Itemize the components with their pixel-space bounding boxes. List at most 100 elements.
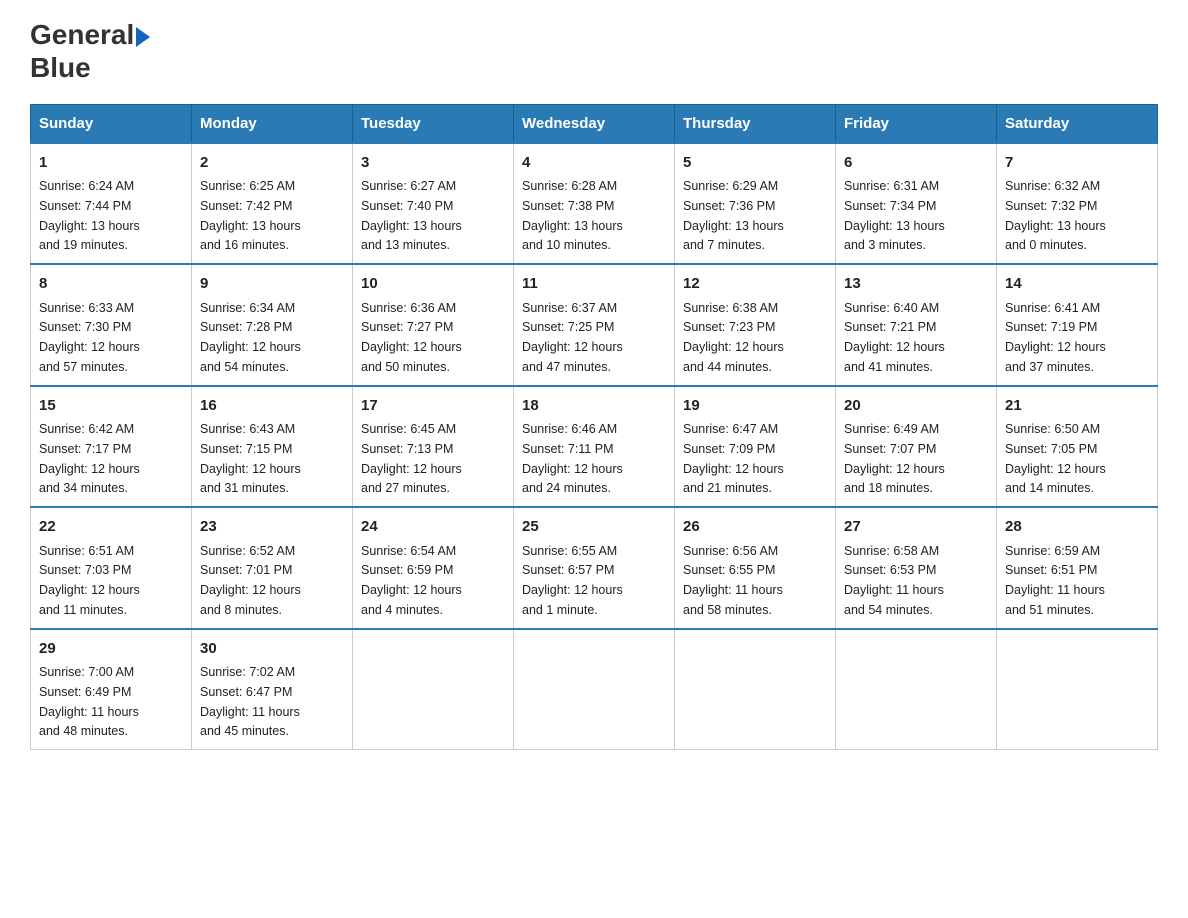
- calendar-cell: 22 Sunrise: 6:51 AM Sunset: 7:03 PM Dayli…: [31, 507, 192, 629]
- calendar-cell: 29 Sunrise: 7:00 AM Sunset: 6:49 PM Dayli…: [31, 629, 192, 750]
- calendar-cell: [675, 629, 836, 750]
- day-number: 3: [361, 152, 505, 175]
- weekday-header-thursday: Thursday: [675, 104, 836, 143]
- day-info: Sunrise: 6:33 AM Sunset: 7:30 PM Dayligh…: [39, 301, 140, 374]
- calendar-week-row: 29 Sunrise: 7:00 AM Sunset: 6:49 PM Dayli…: [31, 629, 1158, 750]
- day-info: Sunrise: 6:59 AM Sunset: 6:51 PM Dayligh…: [1005, 544, 1105, 617]
- day-number: 9: [200, 273, 344, 296]
- day-info: Sunrise: 6:52 AM Sunset: 7:01 PM Dayligh…: [200, 544, 301, 617]
- calendar-cell: 16 Sunrise: 6:43 AM Sunset: 7:15 PM Dayli…: [192, 386, 353, 508]
- logo-text-blue: Blue: [30, 53, 91, 84]
- day-number: 10: [361, 273, 505, 296]
- calendar-cell: 4Sunrise: 6:28 AM Sunset: 7:38 PM Daylig…: [514, 143, 675, 265]
- day-info: Sunrise: 7:00 AM Sunset: 6:49 PM Dayligh…: [39, 665, 139, 738]
- calendar-cell: 11 Sunrise: 6:37 AM Sunset: 7:25 PM Dayli…: [514, 264, 675, 386]
- calendar-cell: 12Sunrise: 6:38 AM Sunset: 7:23 PM Dayli…: [675, 264, 836, 386]
- calendar-cell: 18 Sunrise: 6:46 AM Sunset: 7:11 PM Dayli…: [514, 386, 675, 508]
- day-info: Sunrise: 6:47 AM Sunset: 7:09 PM Dayligh…: [683, 422, 784, 495]
- day-info: Sunrise: 6:36 AM Sunset: 7:27 PM Dayligh…: [361, 301, 462, 374]
- day-info: Sunrise: 6:55 AM Sunset: 6:57 PM Dayligh…: [522, 544, 623, 617]
- calendar-cell: 3 Sunrise: 6:27 AM Sunset: 7:40 PM Daylig…: [353, 143, 514, 265]
- calendar-cell: 15 Sunrise: 6:42 AM Sunset: 7:17 PM Dayli…: [31, 386, 192, 508]
- day-info: Sunrise: 6:25 AM Sunset: 7:42 PM Dayligh…: [200, 179, 301, 252]
- day-number: 18: [522, 395, 666, 418]
- day-number: 2: [200, 152, 344, 175]
- day-number: 15: [39, 395, 183, 418]
- calendar-cell: [353, 629, 514, 750]
- calendar-cell: [514, 629, 675, 750]
- day-number: 1: [39, 152, 183, 175]
- day-info: Sunrise: 6:40 AM Sunset: 7:21 PM Dayligh…: [844, 301, 945, 374]
- logo-arrow-icon: [136, 27, 150, 47]
- day-number: 5: [683, 152, 827, 175]
- calendar-cell: 6 Sunrise: 6:31 AM Sunset: 7:34 PM Daylig…: [836, 143, 997, 265]
- calendar-cell: 20Sunrise: 6:49 AM Sunset: 7:07 PM Dayli…: [836, 386, 997, 508]
- calendar-cell: 14 Sunrise: 6:41 AM Sunset: 7:19 PM Dayli…: [997, 264, 1158, 386]
- day-number: 7: [1005, 152, 1149, 175]
- day-info: Sunrise: 6:43 AM Sunset: 7:15 PM Dayligh…: [200, 422, 301, 495]
- day-info: Sunrise: 6:32 AM Sunset: 7:32 PM Dayligh…: [1005, 179, 1106, 252]
- weekday-header-friday: Friday: [836, 104, 997, 143]
- day-number: 12: [683, 273, 827, 296]
- weekday-header-saturday: Saturday: [997, 104, 1158, 143]
- calendar-week-row: 22 Sunrise: 6:51 AM Sunset: 7:03 PM Dayli…: [31, 507, 1158, 629]
- weekday-header-tuesday: Tuesday: [353, 104, 514, 143]
- weekday-header-sunday: Sunday: [31, 104, 192, 143]
- day-info: Sunrise: 6:49 AM Sunset: 7:07 PM Dayligh…: [844, 422, 945, 495]
- weekday-header-monday: Monday: [192, 104, 353, 143]
- calendar-cell: 1 Sunrise: 6:24 AM Sunset: 7:44 PM Daylig…: [31, 143, 192, 265]
- day-number: 17: [361, 395, 505, 418]
- day-number: 16: [200, 395, 344, 418]
- calendar-cell: 19Sunrise: 6:47 AM Sunset: 7:09 PM Dayli…: [675, 386, 836, 508]
- day-number: 28: [1005, 516, 1149, 539]
- day-info: Sunrise: 6:41 AM Sunset: 7:19 PM Dayligh…: [1005, 301, 1106, 374]
- weekday-header-wednesday: Wednesday: [514, 104, 675, 143]
- calendar-cell: [836, 629, 997, 750]
- calendar-cell: 8 Sunrise: 6:33 AM Sunset: 7:30 PM Daylig…: [31, 264, 192, 386]
- day-info: Sunrise: 6:42 AM Sunset: 7:17 PM Dayligh…: [39, 422, 140, 495]
- calendar-cell: 30Sunrise: 7:02 AM Sunset: 6:47 PM Dayli…: [192, 629, 353, 750]
- day-info: Sunrise: 6:31 AM Sunset: 7:34 PM Dayligh…: [844, 179, 945, 252]
- day-info: Sunrise: 7:02 AM Sunset: 6:47 PM Dayligh…: [200, 665, 300, 738]
- day-info: Sunrise: 6:37 AM Sunset: 7:25 PM Dayligh…: [522, 301, 623, 374]
- calendar-cell: 17 Sunrise: 6:45 AM Sunset: 7:13 PM Dayli…: [353, 386, 514, 508]
- calendar-week-row: 1 Sunrise: 6:24 AM Sunset: 7:44 PM Daylig…: [31, 143, 1158, 265]
- day-info: Sunrise: 6:50 AM Sunset: 7:05 PM Dayligh…: [1005, 422, 1106, 495]
- calendar-cell: 28 Sunrise: 6:59 AM Sunset: 6:51 PM Dayli…: [997, 507, 1158, 629]
- day-number: 25: [522, 516, 666, 539]
- logo: General Blue: [30, 20, 150, 84]
- day-number: 23: [200, 516, 344, 539]
- day-number: 14: [1005, 273, 1149, 296]
- calendar-week-row: 8 Sunrise: 6:33 AM Sunset: 7:30 PM Daylig…: [31, 264, 1158, 386]
- calendar-cell: 9Sunrise: 6:34 AM Sunset: 7:28 PM Daylig…: [192, 264, 353, 386]
- calendar-cell: 5Sunrise: 6:29 AM Sunset: 7:36 PM Daylig…: [675, 143, 836, 265]
- day-number: 6: [844, 152, 988, 175]
- calendar-cell: 7 Sunrise: 6:32 AM Sunset: 7:32 PM Daylig…: [997, 143, 1158, 265]
- logo-text-general: General: [30, 20, 134, 51]
- calendar-cell: 10 Sunrise: 6:36 AM Sunset: 7:27 PM Dayli…: [353, 264, 514, 386]
- calendar-cell: 2 Sunrise: 6:25 AM Sunset: 7:42 PM Daylig…: [192, 143, 353, 265]
- day-number: 8: [39, 273, 183, 296]
- calendar-table: SundayMondayTuesdayWednesdayThursdayFrid…: [30, 104, 1158, 751]
- day-number: 11: [522, 273, 666, 296]
- day-info: Sunrise: 6:54 AM Sunset: 6:59 PM Dayligh…: [361, 544, 462, 617]
- day-number: 26: [683, 516, 827, 539]
- day-number: 27: [844, 516, 988, 539]
- calendar-cell: 13Sunrise: 6:40 AM Sunset: 7:21 PM Dayli…: [836, 264, 997, 386]
- day-number: 21: [1005, 395, 1149, 418]
- weekday-header-row: SundayMondayTuesdayWednesdayThursdayFrid…: [31, 104, 1158, 143]
- day-info: Sunrise: 6:58 AM Sunset: 6:53 PM Dayligh…: [844, 544, 944, 617]
- day-number: 24: [361, 516, 505, 539]
- calendar-cell: 24 Sunrise: 6:54 AM Sunset: 6:59 PM Dayli…: [353, 507, 514, 629]
- calendar-cell: 26Sunrise: 6:56 AM Sunset: 6:55 PM Dayli…: [675, 507, 836, 629]
- day-number: 29: [39, 638, 183, 661]
- day-info: Sunrise: 6:27 AM Sunset: 7:40 PM Dayligh…: [361, 179, 462, 252]
- day-info: Sunrise: 6:46 AM Sunset: 7:11 PM Dayligh…: [522, 422, 623, 495]
- calendar-cell: 25 Sunrise: 6:55 AM Sunset: 6:57 PM Dayli…: [514, 507, 675, 629]
- day-number: 22: [39, 516, 183, 539]
- day-info: Sunrise: 6:24 AM Sunset: 7:44 PM Dayligh…: [39, 179, 140, 252]
- calendar-cell: [997, 629, 1158, 750]
- day-info: Sunrise: 6:51 AM Sunset: 7:03 PM Dayligh…: [39, 544, 140, 617]
- day-info: Sunrise: 6:45 AM Sunset: 7:13 PM Dayligh…: [361, 422, 462, 495]
- day-number: 4: [522, 152, 666, 175]
